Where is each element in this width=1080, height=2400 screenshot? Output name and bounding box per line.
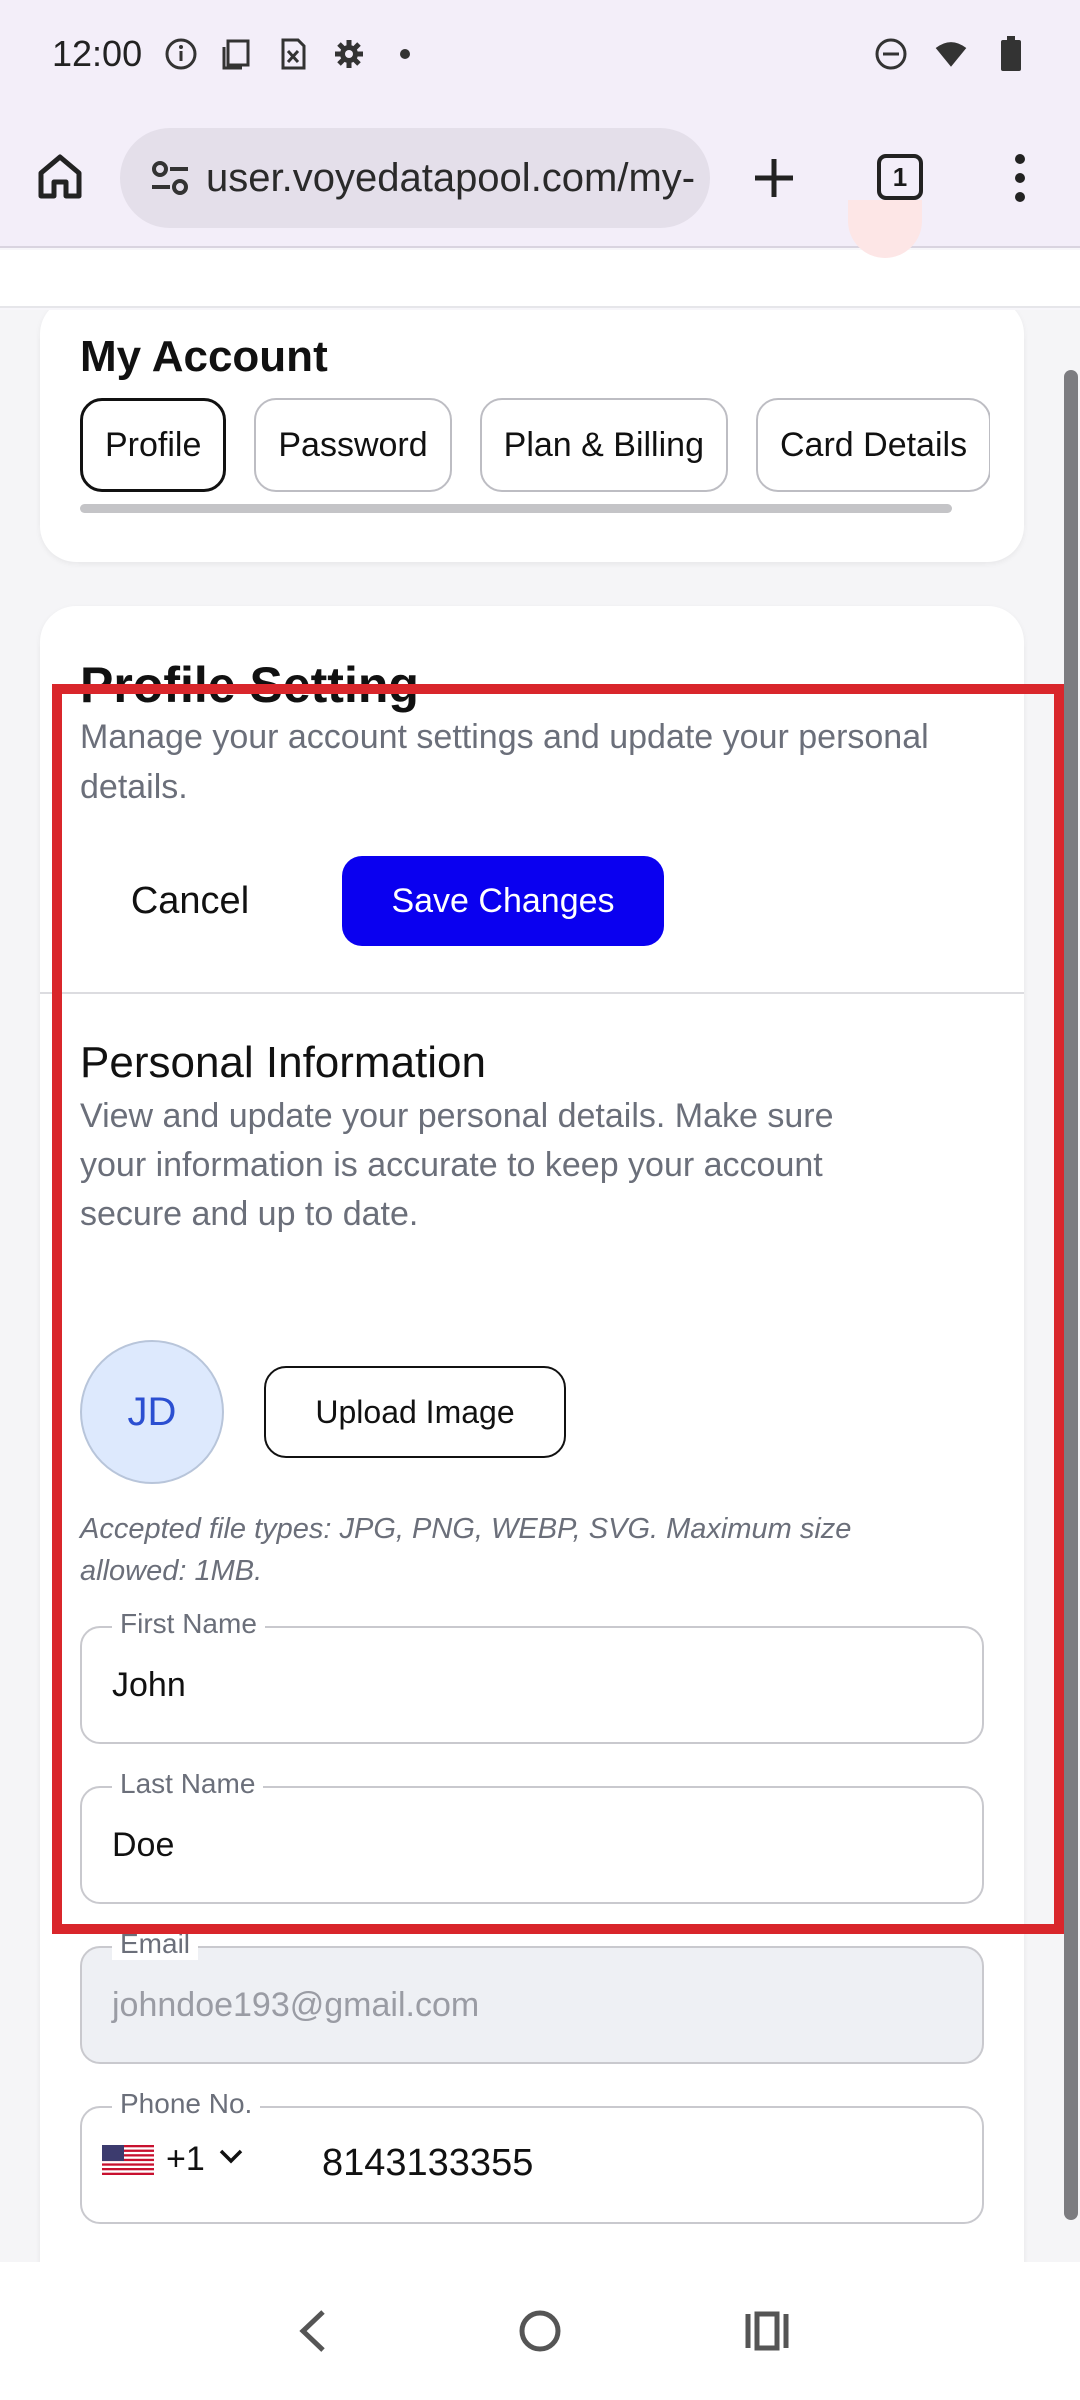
cancel-button[interactable]: Cancel: [100, 856, 280, 946]
recents-icon[interactable]: [732, 2296, 802, 2366]
country-code: +1: [166, 2140, 205, 2178]
tab-password[interactable]: Password: [254, 398, 452, 492]
tab-card-details[interactable]: Card Details: [756, 398, 990, 492]
tabs-scrollbar[interactable]: [80, 504, 952, 513]
profile-setting-description: Manage your account settings and update …: [80, 718, 929, 806]
profile-card: Profile Setting Manage your account sett…: [40, 606, 1024, 2262]
copy-icon: [220, 37, 254, 71]
first-name-label: First Name: [112, 1608, 265, 1640]
tab-count: 1: [892, 161, 908, 192]
file-type-note: Accepted file types: JPG, PNG, WEBP, SVG…: [80, 1513, 852, 1587]
tab-profile[interactable]: Profile: [80, 398, 227, 492]
upload-image-button[interactable]: Upload Image: [264, 1366, 566, 1458]
home-icon[interactable]: [28, 144, 92, 208]
page-content: My Account Profile Password Plan & Billing…: [0, 310, 1080, 2262]
notification-dot-icon: [388, 37, 422, 71]
account-tabs: Profile Password Plan & Billing Card Detail…: [80, 398, 990, 494]
page-header: [0, 250, 1080, 308]
wifi-icon: [934, 37, 968, 71]
phone-field[interactable]: Phone No. +1 8143133355: [80, 2088, 984, 2224]
phone-label: Phone No.: [112, 2088, 261, 2120]
home-nav-icon[interactable]: [505, 2296, 575, 2366]
address-bar[interactable]: user.voyedatapool.com/my-: [120, 128, 710, 228]
avatar: JD: [80, 1340, 224, 1484]
phone-value[interactable]: 8143133355: [322, 2142, 533, 2185]
country-code-select[interactable]: +1: [102, 2140, 245, 2179]
avatar-initials: JD: [127, 1389, 177, 1434]
url-text: user.voyedatapool.com/my-: [206, 155, 696, 200]
last-name-value[interactable]: Doe: [112, 1826, 174, 1865]
tab-switcher-button[interactable]: 1: [877, 154, 923, 200]
more-menu-icon[interactable]: [1000, 148, 1040, 208]
first-name-field[interactable]: First Name John: [80, 1608, 984, 1744]
site-settings-icon[interactable]: [148, 156, 192, 200]
back-icon[interactable]: [278, 2296, 348, 2366]
chevron-down-icon: [217, 2140, 245, 2179]
email-label: Email: [112, 1928, 199, 1960]
status-time: 12:00: [52, 33, 143, 74]
last-name-label: Last Name: [112, 1768, 264, 1800]
page-scrollbar[interactable]: [1064, 370, 1078, 2220]
system-nav-bar: [0, 2262, 1080, 2400]
profile-setting-title: Profile Setting: [80, 657, 419, 713]
divider: [40, 992, 1024, 994]
new-tab-icon[interactable]: [740, 144, 808, 212]
account-card: My Account Profile Password Plan & Billing…: [40, 310, 1024, 562]
email-value: johndoe193@gmail.com: [112, 1986, 480, 2024]
personal-info-description: View and update your personal details. M…: [80, 1097, 834, 1233]
personal-info-title: Personal Information: [80, 1038, 486, 1087]
email-field: Email johndoe193@gmail.com: [80, 1928, 984, 2064]
battery-icon: [994, 36, 1028, 71]
save-changes-button[interactable]: Save Changes: [342, 856, 664, 946]
sim-card-icon: [276, 37, 310, 71]
account-title: My Account: [80, 332, 328, 381]
last-name-field[interactable]: Last Name Doe: [80, 1768, 984, 1904]
settings-icon: [332, 37, 366, 71]
status-bar: 12:00: [0, 0, 1080, 108]
info-icon: [164, 37, 198, 71]
first-name-value[interactable]: John: [112, 1666, 186, 1705]
us-flag-icon: [102, 2144, 154, 2175]
tab-plan-billing[interactable]: Plan & Billing: [479, 398, 728, 492]
dnd-icon: [874, 37, 908, 71]
